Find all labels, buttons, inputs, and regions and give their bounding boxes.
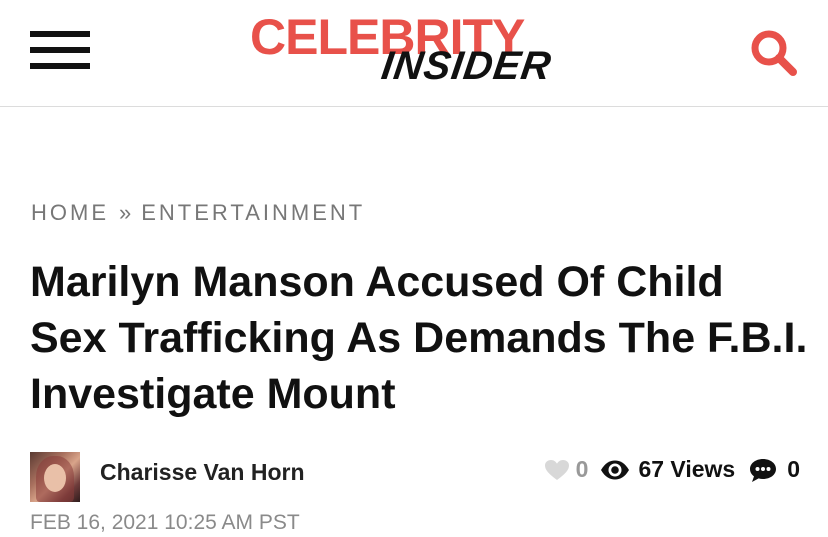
like-button[interactable]: 0	[544, 456, 589, 483]
eye-icon	[600, 459, 630, 481]
site-logo[interactable]: CELEBRITY INSIDER	[250, 12, 580, 90]
breadcrumb: HOME » ENTERTAINMENT	[31, 200, 365, 226]
menu-bar	[30, 63, 90, 69]
heart-icon	[544, 459, 570, 481]
logo-wordmark-bottom: INSIDER	[378, 44, 555, 88]
author-avatar[interactable]	[30, 452, 80, 502]
site-header: CELEBRITY INSIDER	[0, 0, 828, 107]
view-count: 67 Views	[638, 456, 736, 482]
menu-bar	[30, 47, 90, 53]
avatar-face	[44, 464, 66, 492]
hamburger-menu-icon[interactable]	[30, 31, 90, 71]
comment-bubble-icon	[749, 457, 777, 483]
article-title: Marilyn Manson Accused Of Child Sex Traf…	[30, 258, 808, 418]
menu-bar	[30, 31, 90, 37]
like-count: 0	[575, 456, 589, 482]
search-icon[interactable]	[748, 28, 800, 78]
view-counter: 67 Views	[600, 456, 735, 483]
publish-date: FEB 16, 2021 10:25 AM PST	[30, 511, 300, 534]
comments-button[interactable]: 0	[749, 456, 800, 483]
article-stats: 0 67 Views 0	[544, 456, 800, 483]
breadcrumb-section[interactable]: ENTERTAINMENT	[141, 200, 365, 225]
breadcrumb-separator: »	[119, 200, 132, 225]
author-name[interactable]: Charisse Van Horn	[100, 459, 305, 486]
breadcrumb-home[interactable]: HOME	[31, 200, 109, 225]
comment-count: 0	[787, 456, 800, 482]
